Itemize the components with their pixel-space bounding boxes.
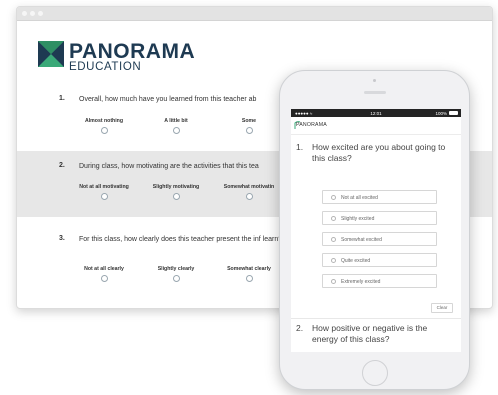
radio-button[interactable]	[172, 193, 180, 200]
choice-option[interactable]: Not at all excited	[322, 190, 437, 204]
radio-button[interactable]	[100, 193, 108, 200]
radio-button[interactable]	[172, 127, 180, 134]
radio-button[interactable]	[331, 216, 336, 221]
status-bar: ●●●●● ≈ 12:01 100%	[291, 109, 461, 117]
phone-header: PANORAMA	[291, 117, 461, 135]
answer-option[interactable]: Somewhat clearly	[214, 266, 284, 282]
option-label: A little bit	[164, 118, 188, 124]
answer-option[interactable]: Not at all clearly	[69, 266, 139, 282]
window-maximize-dot[interactable]	[38, 11, 43, 16]
radio-button[interactable]	[245, 193, 253, 200]
question-text: How excited are you about going to this …	[312, 142, 446, 163]
choice-label: Extremely excited	[341, 278, 381, 285]
radio-button[interactable]	[245, 127, 253, 134]
answer-option[interactable]: Not at all motivating	[69, 184, 139, 200]
option-label: Some	[241, 118, 257, 124]
choice-label: Somewhat excited	[341, 236, 382, 243]
radio-button[interactable]	[331, 279, 336, 284]
question-number: 1.	[59, 95, 65, 102]
phone-screen: ●●●●● ≈ 12:01 100% PANORAMA 1. How excit…	[291, 109, 461, 352]
answer-option[interactable]: Slightly clearly	[141, 266, 211, 282]
window-minimize-dot[interactable]	[30, 11, 35, 16]
question-number: 2.	[59, 162, 65, 169]
question-text: During class, how motivating are the act…	[79, 163, 259, 170]
divider	[291, 318, 461, 319]
stage: PANORAMA EDUCATION 1. Overall, how much …	[0, 0, 498, 395]
answer-option[interactable]: Slightly motivating	[141, 184, 211, 200]
radio-button[interactable]	[245, 275, 253, 282]
option-label: Slightly motivating	[152, 184, 200, 190]
phone-camera	[373, 79, 376, 82]
brand-name: PANORAMA	[69, 40, 196, 63]
question-text: For this class, how clearly does this te…	[79, 236, 283, 243]
question-text: How positive or negative is the energy o…	[312, 323, 428, 344]
choice-option[interactable]: Slightly excited	[322, 211, 437, 225]
window-close-dot[interactable]	[22, 11, 27, 16]
option-label: Almost nothing	[84, 118, 124, 124]
clear-button[interactable]: Clear	[431, 303, 453, 313]
phone-speaker	[364, 91, 386, 94]
battery-icon	[449, 111, 458, 115]
answer-option[interactable]: Almost nothing	[69, 118, 139, 134]
option-label: Not at all motivating	[79, 184, 129, 190]
option-label: Not at all clearly	[84, 266, 124, 272]
battery-percent: 100%	[435, 110, 447, 116]
option-label: Somewhat clearly	[227, 266, 271, 272]
radio-button[interactable]	[100, 127, 108, 134]
window-titlebar	[17, 7, 492, 21]
radio-button[interactable]	[331, 258, 336, 263]
choice-option[interactable]: Extremely excited	[322, 274, 437, 288]
option-label: Slightly clearly	[157, 266, 195, 272]
panorama-logo-icon	[38, 41, 64, 67]
phone-brand: PANORAMA	[296, 122, 327, 128]
radio-button[interactable]	[331, 195, 336, 200]
answer-option[interactable]: Somewhat motivatin	[214, 184, 284, 200]
question-number: 2.	[296, 323, 304, 333]
radio-button[interactable]	[172, 275, 180, 282]
radio-button[interactable]	[331, 237, 336, 242]
question-number: 1.	[296, 142, 304, 152]
choice-label: Quite excited	[341, 257, 371, 264]
option-label: Somewhat motivatin	[223, 184, 275, 190]
choice-label: Slightly excited	[341, 215, 375, 222]
phone-device: ●●●●● ≈ 12:01 100% PANORAMA 1. How excit…	[279, 70, 470, 390]
question-number: 3.	[59, 235, 65, 242]
home-button[interactable]	[362, 360, 388, 386]
choice-option[interactable]: Quite excited	[322, 253, 437, 267]
answer-option[interactable]: A little bit	[141, 118, 211, 134]
radio-button[interactable]	[100, 275, 108, 282]
choice-label: Not at all excited	[341, 194, 378, 201]
question-text: Overall, how much have you learned from …	[79, 96, 257, 103]
brand-subtitle: EDUCATION	[69, 61, 142, 73]
answer-option[interactable]: Some	[214, 118, 284, 134]
choice-option[interactable]: Somewhat excited	[322, 232, 437, 246]
